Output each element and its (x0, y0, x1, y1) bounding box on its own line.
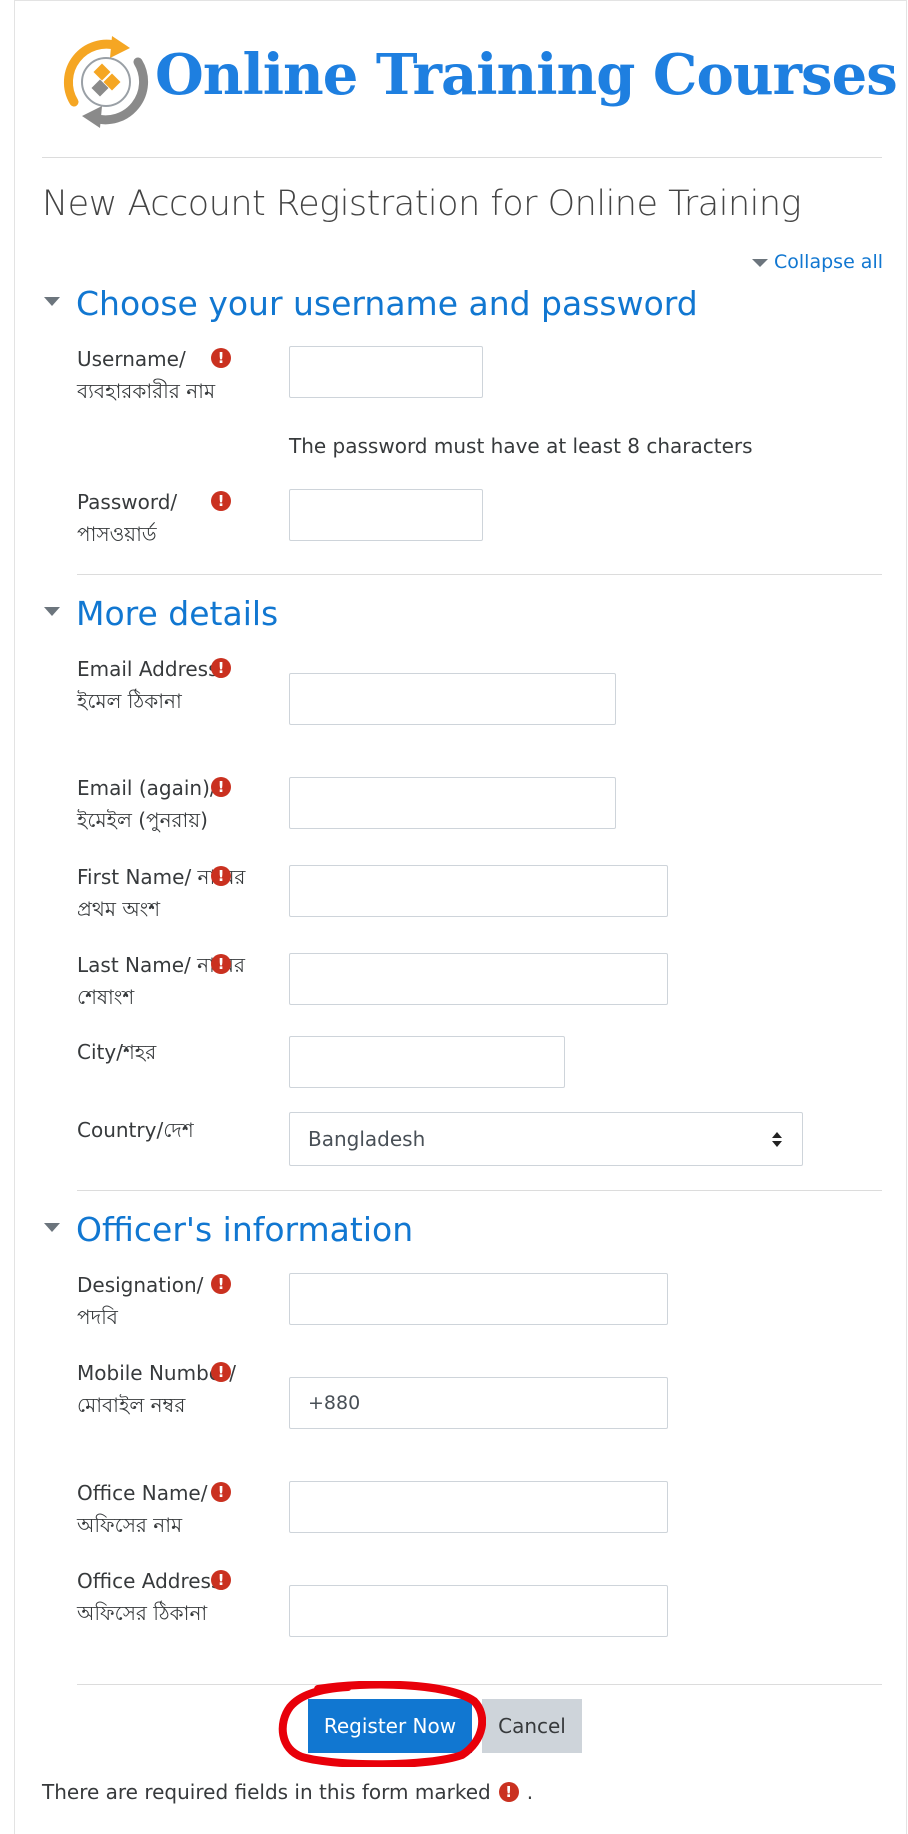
designation-input[interactable] (289, 1273, 668, 1325)
section-title-details: More details (76, 594, 279, 633)
required-icon: ! (211, 658, 231, 678)
cancel-button[interactable]: Cancel (482, 1699, 582, 1753)
section-header-account[interactable]: Choose your username and password (44, 284, 698, 323)
section-title-account: Choose your username and password (76, 284, 698, 323)
password-input[interactable] (289, 489, 483, 541)
caret-down-icon (44, 1223, 60, 1232)
username-input[interactable] (289, 346, 483, 398)
caret-down-icon (44, 297, 60, 306)
mobile-input[interactable]: +880 (289, 1377, 668, 1429)
section-header-officer[interactable]: Officer's information (44, 1210, 413, 1249)
country-value: Bangladesh (308, 1127, 426, 1151)
caret-down-icon (44, 607, 60, 616)
collapse-all-link[interactable]: Collapse all (752, 251, 883, 273)
first-name-input[interactable] (289, 865, 668, 917)
required-icon: ! (211, 491, 231, 511)
required-fields-note: There are required fields in this form m… (42, 1780, 533, 1804)
required-icon: ! (211, 1362, 231, 1382)
required-icon: ! (211, 1274, 231, 1294)
email-input[interactable] (289, 673, 616, 725)
password-hint: The password must have at least 8 charac… (289, 434, 753, 458)
country-select[interactable]: Bangladesh (289, 1112, 803, 1166)
collapse-all-label: Collapse all (774, 251, 883, 273)
email-again-input[interactable] (289, 777, 616, 829)
required-icon: ! (211, 1570, 231, 1590)
logo-icon (63, 36, 149, 128)
last-name-input[interactable] (289, 953, 668, 1005)
highlight-annotation (278, 1681, 486, 1767)
caret-down-icon (752, 258, 769, 267)
country-label: Country/দেশ (77, 1118, 194, 1142)
required-icon: ! (498, 1781, 519, 1802)
office-name-input[interactable] (289, 1481, 668, 1533)
section-header-details[interactable]: More details (44, 594, 278, 633)
required-note-text: There are required fields in this form m… (42, 1780, 491, 1804)
sort-arrows-icon (772, 1132, 782, 1147)
required-note-end: . (526, 1780, 534, 1804)
required-icon: ! (211, 348, 231, 368)
header-divider (42, 157, 882, 158)
required-icon: ! (211, 777, 231, 797)
required-icon: ! (211, 954, 231, 974)
city-input[interactable] (289, 1036, 565, 1088)
page-title: New Account Registration for Online Trai… (42, 184, 802, 224)
office-address-input[interactable] (289, 1585, 668, 1637)
site-title[interactable]: Online Training Courses (155, 42, 898, 108)
required-icon: ! (211, 1482, 231, 1502)
section-divider (77, 574, 882, 575)
city-label: City/শহর (77, 1040, 157, 1064)
section-title-officer: Officer's information (76, 1210, 414, 1249)
required-icon: ! (211, 866, 231, 886)
section-divider (77, 1190, 882, 1191)
